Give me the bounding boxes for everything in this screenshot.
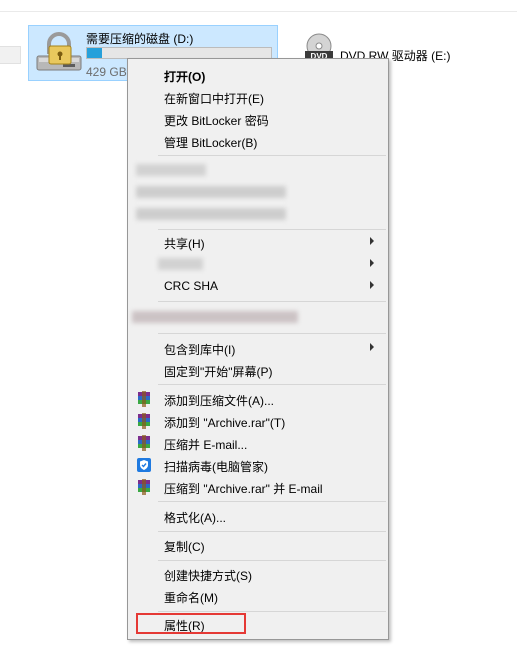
menu-item-label: 管理 BitLocker(B) [164,136,258,150]
menu-item-redacted[interactable] [128,159,388,181]
menu-item-label: 格式化(A)... [164,511,226,525]
menu-item-open-new-window[interactable]: 在新窗口中打开(E) [128,86,388,108]
menu-item-label: 包含到库中(I) [164,343,236,357]
menu-item-label: 扫描病毒(电脑管家) [164,460,268,474]
menu-separator [158,229,386,230]
menu-item-add-to-archive[interactable]: 添加到压缩文件(A)... [128,388,388,410]
menu-item-crc-sha[interactable]: CRC SHA [128,275,388,297]
winrar-icon [138,435,150,451]
menu-item-redacted-submenu[interactable] [128,253,388,275]
menu-item-open[interactable]: 打开(O) [128,64,388,86]
winrar-icon [138,413,150,429]
menu-item-compress-rar-email[interactable]: 压缩到 "Archive.rar" 并 E-mail [128,476,388,498]
menu-separator [158,611,386,612]
menu-item-label: 添加到 "Archive.rar"(T) [164,416,286,430]
context-menu: 打开(O) 在新窗口中打开(E) 更改 BitLocker 密码 管理 BitL… [127,58,389,640]
menu-item-label: 复制(C) [164,540,205,554]
submenu-arrow-icon [370,259,374,267]
menu-item-label: 压缩到 "Archive.rar" 并 E-mail [164,482,323,496]
menu-item-label: 更改 BitLocker 密码 [164,114,269,128]
menu-item-label: 压缩并 E-mail... [164,438,248,452]
menu-item-format[interactable]: 格式化(A)... [128,505,388,527]
menu-separator [158,531,386,532]
drive-d-name: 需要压缩的磁盘 (D:) [86,32,194,46]
menu-item-pin-to-start[interactable]: 固定到"开始"屏幕(P) [128,359,388,381]
redacted-text [158,258,203,270]
menu-item-label: 创建快捷方式(S) [164,569,252,583]
menu-item-label: 添加到压缩文件(A)... [164,394,274,408]
menu-item-redacted[interactable] [128,203,388,225]
redacted-text [132,311,298,323]
menu-item-label: 固定到"开始"屏幕(P) [164,365,273,379]
menu-item-label: 打开(O) [164,70,206,84]
menu-separator [158,301,386,302]
menu-item-rename[interactable]: 重命名(M) [128,585,388,607]
drive-d-usage-fill [87,48,102,58]
menu-item-change-bitlocker-password[interactable]: 更改 BitLocker 密码 [128,108,388,130]
menu-item-manage-bitlocker[interactable]: 管理 BitLocker(B) [128,130,388,152]
submenu-arrow-icon [370,237,374,245]
menu-item-label: CRC SHA [164,279,219,293]
redacted-text [136,186,286,198]
menu-item-compress-email[interactable]: 压缩并 E-mail... [128,432,388,454]
highlight-box [136,613,246,634]
menu-item-redacted[interactable] [128,305,388,327]
menu-separator [158,560,386,561]
winrar-icon [138,391,150,407]
partial-drive-tile[interactable] [0,46,21,64]
menu-separator [158,384,386,385]
top-divider [0,11,517,12]
menu-item-share[interactable]: 共享(H) [128,231,388,253]
menu-item-label: 在新窗口中打开(E) [164,92,264,106]
menu-item-add-to-archive-rar[interactable]: 添加到 "Archive.rar"(T) [128,410,388,432]
drive-d-free-space: 429 GB [86,65,127,79]
winrar-icon [138,479,150,495]
menu-separator [158,501,386,502]
submenu-arrow-icon [370,281,374,289]
redacted-text [136,208,286,220]
redacted-text [136,164,206,176]
shield-icon [137,458,151,472]
menu-item-label: 重命名(M) [164,591,218,605]
menu-item-scan-virus[interactable]: 扫描病毒(电脑管家) [128,454,388,476]
menu-item-label: 共享(H) [164,237,205,251]
menu-separator [158,333,386,334]
menu-separator [158,155,386,156]
submenu-arrow-icon [370,343,374,351]
menu-item-redacted[interactable] [128,181,388,203]
menu-item-create-shortcut[interactable]: 创建快捷方式(S) [128,563,388,585]
menu-item-include-in-library[interactable]: 包含到库中(I) [128,337,388,359]
locked-drive-icon [36,32,82,71]
menu-item-copy[interactable]: 复制(C) [128,534,388,556]
